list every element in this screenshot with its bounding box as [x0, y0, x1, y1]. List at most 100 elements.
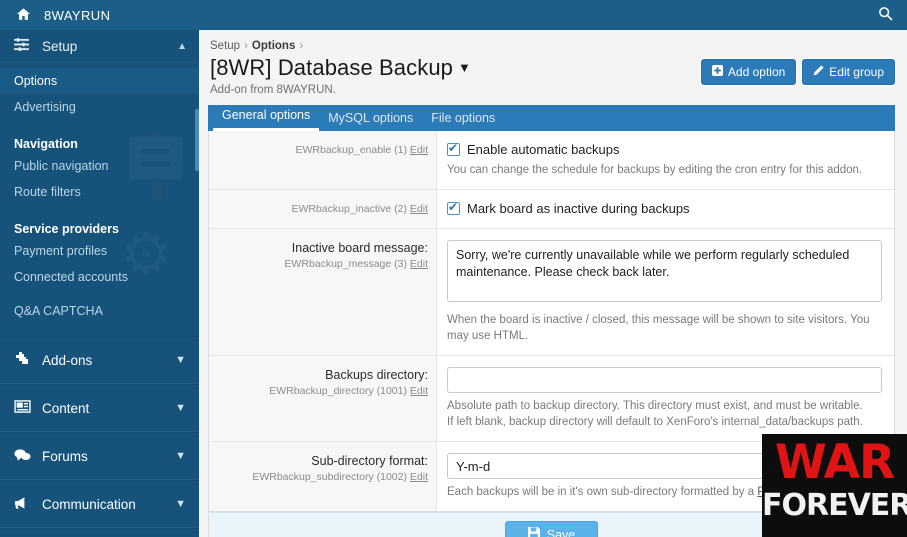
- checkbox-label: Enable automatic backups: [467, 142, 620, 157]
- checkbox-label: Mark board as inactive during backups: [467, 201, 690, 216]
- breadcrumb-setup[interactable]: Setup: [210, 40, 240, 52]
- header-buttons: Add option Edit group: [700, 55, 895, 85]
- edit-link[interactable]: Edit: [410, 471, 428, 483]
- sidebar-item-options[interactable]: Options: [0, 68, 199, 94]
- form-row-field-col: Mark board as inactive during backups: [437, 190, 894, 228]
- page-title-text: [8WR] Database Backup: [210, 55, 453, 80]
- title-row: [8WR] Database Backup ▼ Add-on from 8WAYR…: [208, 55, 895, 96]
- sidebar-section-setup[interactable]: Setup ▲: [0, 30, 199, 63]
- floppy-disk-icon: [527, 527, 540, 537]
- checkbox-row[interactable]: Enable automatic backups: [447, 141, 882, 157]
- puzzle-icon: [14, 351, 38, 369]
- edit-link[interactable]: Edit: [410, 258, 428, 270]
- field-hint-2: If left blank, backup directory will def…: [447, 416, 863, 428]
- breadcrumb-separator: ›: [299, 40, 304, 52]
- chevron-down-icon: ▼: [175, 450, 186, 462]
- form-row-inactive: EWRbackup_inactive (2) Edit Mark board a…: [209, 190, 894, 229]
- edit-group-button[interactable]: Edit group: [802, 59, 895, 85]
- sidebar-item-label: Communication: [42, 496, 136, 512]
- watermark-line-1: WAR: [774, 435, 895, 490]
- option-key: EWRbackup_subdirectory (1002): [252, 471, 407, 483]
- option-key: EWRbackup_inactive (2): [291, 203, 407, 215]
- field-label: Inactive board message:: [291, 241, 428, 255]
- edit-group-label: Edit group: [829, 65, 884, 79]
- form-row-field-col: Sorry, we're currently unavailable while…: [437, 229, 894, 355]
- edit-link[interactable]: Edit: [410, 144, 428, 156]
- page-subtitle: Add-on from 8WAYRUN.: [210, 84, 336, 96]
- form-row-label-col: EWRbackup_inactive (2) Edit: [209, 190, 437, 228]
- checkbox-row[interactable]: Mark board as inactive during backups: [447, 200, 882, 216]
- sidebar: 🪧 ⚙ Setup ▲ Options Advertising Navigati…: [0, 30, 199, 537]
- watermark-overlay: WAR FOREVER: [762, 434, 907, 537]
- brand-label[interactable]: 8WAYRUN: [44, 8, 110, 23]
- megaphone-icon: [14, 496, 38, 513]
- sidebar-item-payment-profiles[interactable]: Payment profiles: [0, 238, 199, 264]
- backups-directory-input[interactable]: [447, 367, 882, 393]
- option-meta: EWRbackup_directory (1001) Edit: [217, 384, 428, 399]
- home-icon[interactable]: [8, 8, 38, 22]
- form-row-label-col: Sub-directory format: EWRbackup_subdirec…: [209, 442, 437, 511]
- form-row-message: Inactive board message: EWRbackup_messag…: [209, 229, 894, 356]
- option-key: EWRbackup_enable (1): [295, 144, 407, 156]
- tab-general-options[interactable]: General options: [213, 103, 320, 131]
- save-label: Save: [546, 527, 576, 537]
- search-icon[interactable]: [878, 6, 893, 25]
- sidebar-item-users[interactable]: Users ▼: [0, 528, 199, 537]
- save-button[interactable]: Save: [504, 521, 599, 537]
- caret-down-icon[interactable]: ▼: [458, 60, 471, 75]
- edit-link[interactable]: Edit: [410, 203, 428, 215]
- sidebar-item-label: Add-ons: [42, 352, 93, 368]
- sliders-icon: [14, 38, 36, 54]
- form-row-enable: EWRbackup_enable (1) Edit Enable automat…: [209, 131, 894, 190]
- sidebar-item-route-filters[interactable]: Route filters: [0, 179, 199, 205]
- add-option-button[interactable]: Add option: [700, 59, 797, 85]
- top-bar: 8WAYRUN: [0, 0, 907, 30]
- sidebar-item-content[interactable]: Content ▼: [0, 384, 199, 432]
- breadcrumb: Setup › Options ›: [208, 38, 895, 55]
- watermark-line-2: FOREVER: [762, 488, 907, 523]
- sidebar-item-communication[interactable]: Communication ▼: [0, 480, 199, 528]
- sidebar-item-connected-accounts[interactable]: Connected accounts: [0, 264, 199, 290]
- sidebar-item-label: Forums: [42, 448, 88, 464]
- pencil-icon: [813, 65, 824, 79]
- chevron-down-icon: ▼: [175, 498, 186, 510]
- option-meta: EWRbackup_subdirectory (1002) Edit: [217, 470, 428, 485]
- option-meta: EWRbackup_inactive (2) Edit: [217, 202, 428, 217]
- sidebar-item-advertising[interactable]: Advertising: [0, 94, 199, 120]
- option-meta: EWRbackup_enable (1) Edit: [217, 143, 429, 158]
- mark-board-inactive-checkbox[interactable]: [447, 200, 460, 215]
- tab-mysql-options[interactable]: MySQL options: [319, 106, 422, 131]
- field-hint: You can change the schedule for backups …: [447, 164, 863, 176]
- form-row-directory: Backups directory: EWRbackup_directory (…: [209, 356, 894, 442]
- app-root: 8WAYRUN 🪧 ⚙ Setup ▲ Options Advertising: [0, 0, 907, 537]
- field-hint: Absolute path to backup directory. This …: [447, 400, 863, 412]
- chevron-up-icon: ▲: [177, 40, 187, 52]
- sidebar-item-add-ons[interactable]: Add-ons ▼: [0, 336, 199, 384]
- sidebar-item-qa-captcha[interactable]: Q&A CAPTCHA: [0, 298, 199, 324]
- add-option-label: Add option: [727, 65, 786, 79]
- form-row-label-col: EWRbackup_enable (1) Edit: [209, 131, 437, 189]
- breadcrumb-options[interactable]: Options: [252, 40, 295, 52]
- form-row-field-col: Absolute path to backup directory. This …: [437, 356, 894, 441]
- comments-icon: [14, 448, 38, 465]
- chevron-down-icon: ▼: [175, 354, 186, 366]
- news-icon: [14, 400, 38, 416]
- tab-file-options[interactable]: File options: [422, 106, 504, 131]
- option-meta: EWRbackup_message (3) Edit: [217, 257, 428, 272]
- sidebar-item-forums[interactable]: Forums ▼: [0, 432, 199, 480]
- sidebar-item-label: Content: [42, 400, 90, 416]
- sidebar-item-public-navigation[interactable]: Public navigation: [0, 153, 199, 179]
- field-hint: When the board is inactive / closed, thi…: [447, 314, 870, 342]
- sidebar-group-service-providers: Service providers: [14, 222, 119, 236]
- sidebar-setup-body: Options Advertising Navigation Public na…: [0, 63, 199, 336]
- sidebar-section-label: Setup: [42, 38, 78, 54]
- chevron-down-icon: ▼: [175, 402, 186, 414]
- option-key: EWRbackup_directory (1001): [269, 385, 407, 397]
- edit-link[interactable]: Edit: [410, 385, 428, 397]
- enable-automatic-backups-checkbox[interactable]: [447, 141, 460, 156]
- plus-square-icon: [711, 65, 723, 79]
- inactive-board-message-textarea[interactable]: Sorry, we're currently unavailable while…: [447, 240, 882, 302]
